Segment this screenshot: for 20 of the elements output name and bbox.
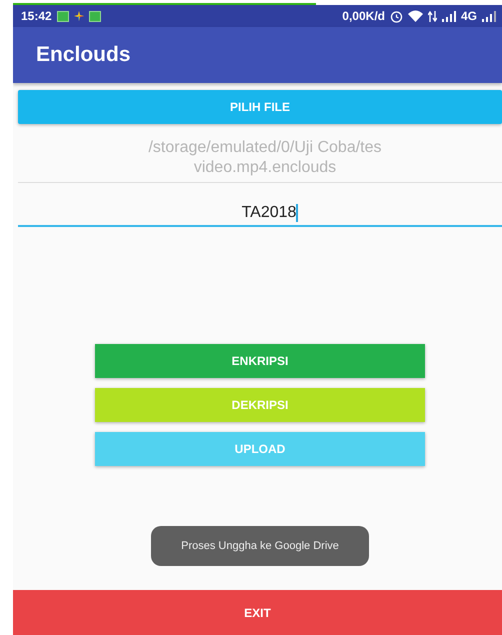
action-button[interactable]: UPLOAD (95, 432, 425, 466)
notification-icon (88, 10, 101, 22)
action-button[interactable]: DEKRIPSI (95, 388, 425, 422)
signal-icon (482, 10, 496, 22)
app-title: Enclouds (36, 43, 131, 67)
data-arrows-icon (428, 10, 437, 22)
pinwheel-icon (74, 11, 84, 21)
toast-message: Proses Unggha ke Google Drive (151, 526, 369, 566)
action-button[interactable]: ENKRIPSI (95, 344, 425, 378)
file-path: /storage/emulated/0/Uji Coba/tes video.mp4.enclouds (147, 138, 382, 178)
exit-button[interactable]: EXIT (13, 590, 502, 635)
clock: 15:42 (21, 9, 52, 23)
network-speed: 0,00K/d (342, 9, 385, 23)
wifi-icon (408, 10, 423, 22)
alarm-icon (390, 10, 403, 22)
notification-icon (56, 10, 69, 22)
network-type: 4G (460, 9, 477, 23)
key-input-field[interactable]: TA2018 (18, 201, 502, 227)
signal-icon (442, 10, 456, 22)
pick-file-button[interactable]: PILIH FILE (18, 90, 502, 124)
